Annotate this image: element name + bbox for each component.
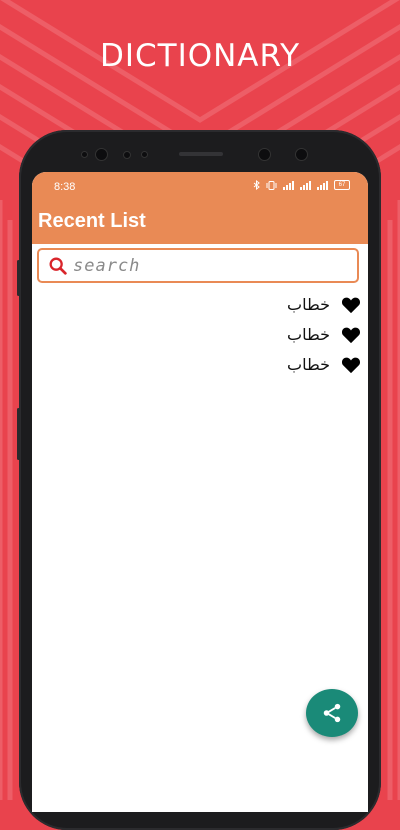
list-item[interactable]: خطاب bbox=[32, 320, 368, 350]
front-camera-icon bbox=[95, 148, 108, 161]
heart-icon[interactable] bbox=[341, 296, 361, 314]
signal-icon bbox=[317, 180, 328, 190]
search-icon bbox=[49, 257, 67, 275]
list-item[interactable]: خطاب bbox=[32, 290, 368, 320]
banner-title: DICTIONARY bbox=[99, 38, 301, 74]
word-label: خطاب bbox=[287, 295, 330, 314]
word-label: خطاب bbox=[287, 355, 330, 374]
app-bar: Recent List bbox=[32, 200, 368, 244]
camera-icon bbox=[258, 148, 271, 161]
status-time: 8:38 bbox=[54, 181, 76, 193]
share-icon bbox=[323, 703, 341, 723]
share-button[interactable] bbox=[306, 689, 358, 737]
word-label: خطاب bbox=[287, 325, 330, 344]
heart-icon[interactable] bbox=[341, 356, 361, 374]
vibrate-icon bbox=[266, 180, 277, 190]
heart-icon[interactable] bbox=[341, 326, 361, 344]
search-box[interactable] bbox=[37, 248, 359, 283]
bluetooth-icon bbox=[253, 180, 260, 190]
recent-list: خطاب خطاب خطاب bbox=[32, 290, 368, 380]
signal-icon bbox=[300, 180, 311, 190]
battery-icon: 67 bbox=[334, 180, 350, 190]
list-item[interactable]: خطاب bbox=[32, 350, 368, 380]
status-icons: 67 bbox=[253, 180, 350, 190]
signal-icon bbox=[283, 180, 294, 190]
camera-icon bbox=[295, 148, 308, 161]
sensor-dot bbox=[123, 151, 131, 159]
page-title: Recent List bbox=[38, 210, 146, 232]
status-bar: 8:38 67 bbox=[32, 172, 368, 200]
search-input[interactable] bbox=[71, 254, 345, 277]
sensor-dot bbox=[141, 151, 148, 158]
sensor-dot bbox=[81, 151, 88, 158]
speaker-grille bbox=[179, 152, 223, 156]
volume-button bbox=[17, 260, 20, 296]
power-button bbox=[17, 408, 20, 460]
